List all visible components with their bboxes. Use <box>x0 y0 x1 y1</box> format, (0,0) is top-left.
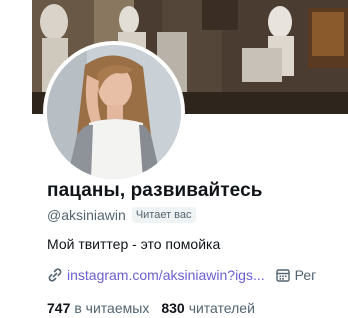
followers-label: читателей <box>188 300 255 316</box>
avatar-frame[interactable] <box>43 41 185 183</box>
avatar <box>47 45 181 179</box>
link-icon <box>47 267 63 283</box>
follow-stats: 747 в читаемых 830 читателей <box>47 300 255 316</box>
followers-link[interactable]: 830 читателей <box>161 300 255 316</box>
followers-count: 830 <box>161 300 185 316</box>
follows-you-badge: Читает вас <box>131 207 196 223</box>
calendar-icon <box>275 267 291 283</box>
following-count: 747 <box>47 300 71 316</box>
profile-meta: instagram.com/aksiniawin?igs... Рег <box>47 264 348 286</box>
profile-bio: Мой твиттер - это помойка <box>47 236 221 252</box>
website-link[interactable]: instagram.com/aksiniawin?igs... <box>67 267 265 283</box>
joined-date: Рег <box>294 267 317 283</box>
profile-header: пацаны, развивайтесь @aksiniawin Читает … <box>0 0 348 318</box>
username-handle: @aksiniawin <box>47 207 126 223</box>
display-name: пацаны, развивайтесь <box>47 180 263 201</box>
following-label: в читаемых <box>74 300 150 316</box>
following-link[interactable]: 747 в читаемых <box>47 300 149 316</box>
handle-row: @aksiniawin Читает вас <box>47 207 196 223</box>
avatar-photo <box>47 45 181 179</box>
